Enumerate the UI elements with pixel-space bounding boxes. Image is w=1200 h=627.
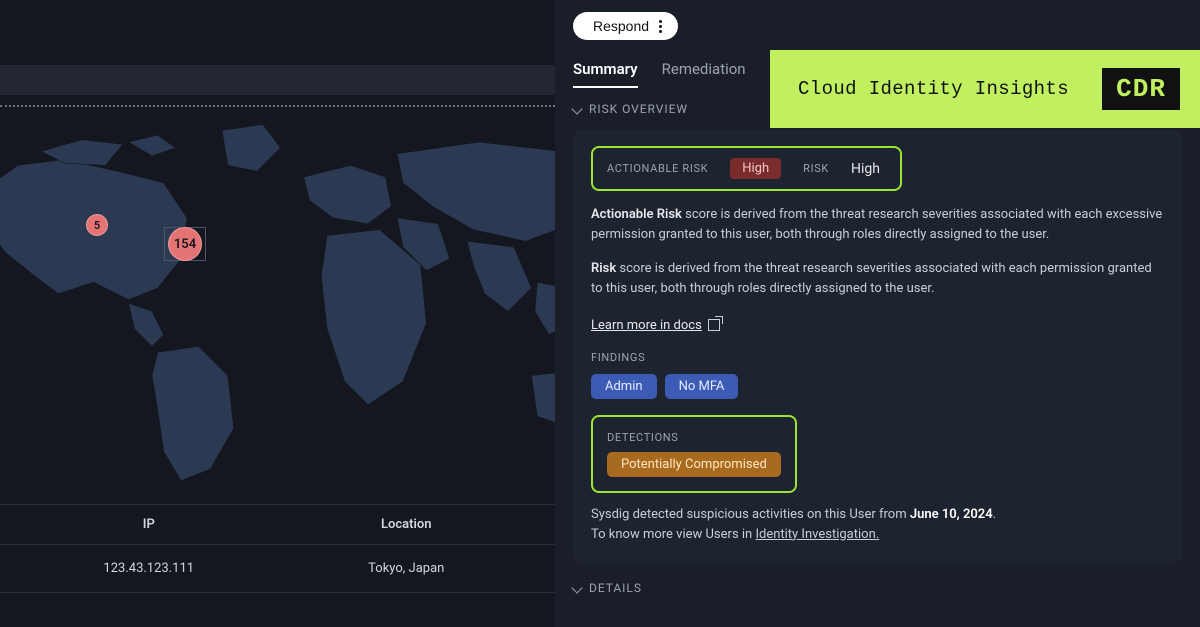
detections-highlight: DETECTIONS Potentially Compromised [591, 415, 797, 493]
risk-description: Risk score is derived from the threat re… [591, 259, 1164, 299]
kebab-icon [659, 20, 662, 33]
world-map[interactable]: 5 154 [0, 107, 555, 504]
chevron-down-icon [571, 582, 582, 593]
filter-bar [0, 65, 555, 95]
finding-chip-no-mfa[interactable]: No MFA [665, 374, 739, 399]
details-section: DETAILS [555, 563, 1200, 599]
respond-label: Respond [593, 18, 649, 34]
table-spacer [0, 593, 555, 627]
top-spacer [0, 0, 555, 65]
col-header-location[interactable]: Location [278, 517, 536, 532]
cell-ip: 123.43.123.111 [20, 561, 278, 576]
detection-chip[interactable]: Potentially Compromised [607, 452, 781, 477]
map-marker[interactable]: 5 [86, 214, 108, 236]
risk-value: High [851, 161, 880, 177]
ip-table: IP Location 123.43.123.111 Tokyo, Japan [0, 504, 555, 627]
banner-title: Cloud Identity Insights [798, 78, 1069, 100]
external-link-icon [708, 319, 720, 331]
section-title: DETAILS [589, 581, 642, 595]
respond-row: Respond [555, 0, 1200, 48]
tab-remediation[interactable]: Remediation [662, 60, 746, 88]
marker-count: 154 [174, 237, 196, 252]
cell-location: Tokyo, Japan [278, 561, 536, 576]
findings-heading: FINDINGS [591, 351, 1164, 364]
identity-investigation-link[interactable]: Identity Investigation. [755, 527, 879, 542]
marker-count: 5 [94, 219, 100, 232]
learn-more-link[interactable]: Learn more in docs [591, 318, 720, 333]
world-map-svg [0, 107, 555, 504]
left-panel: 5 154 IP Location 123.43.123.111 Tokyo, … [0, 0, 555, 627]
cdr-banner: Cloud Identity Insights CDR [770, 50, 1200, 128]
risk-label: RISK [803, 162, 829, 175]
risk-card: ACTIONABLE RISK High RISK High Actionabl… [573, 130, 1182, 563]
actionable-risk-label: ACTIONABLE RISK [607, 162, 708, 175]
table-row[interactable]: 123.43.123.111 Tokyo, Japan [0, 545, 555, 593]
map-marker[interactable]: 154 [168, 227, 202, 261]
tab-summary[interactable]: Summary [573, 60, 638, 88]
findings-chips: Admin No MFA [591, 374, 1164, 399]
finding-chip-admin[interactable]: Admin [591, 374, 657, 399]
banner-badge: CDR [1102, 68, 1180, 110]
detections-heading: DETECTIONS [607, 431, 781, 444]
actionable-risk-description: Actionable Risk score is derived from th… [591, 205, 1164, 245]
col-header-ip[interactable]: IP [20, 517, 278, 532]
chevron-down-icon [571, 103, 582, 114]
detection-note: Sysdig detected suspicious activities on… [591, 505, 1164, 545]
table-header-row: IP Location [0, 504, 555, 545]
respond-button[interactable]: Respond [573, 12, 678, 40]
details-header[interactable]: DETAILS [573, 581, 1182, 595]
actionable-risk-badge: High [730, 158, 781, 179]
risk-row-highlight: ACTIONABLE RISK High RISK High [591, 146, 902, 191]
section-title: RISK OVERVIEW [589, 102, 688, 116]
